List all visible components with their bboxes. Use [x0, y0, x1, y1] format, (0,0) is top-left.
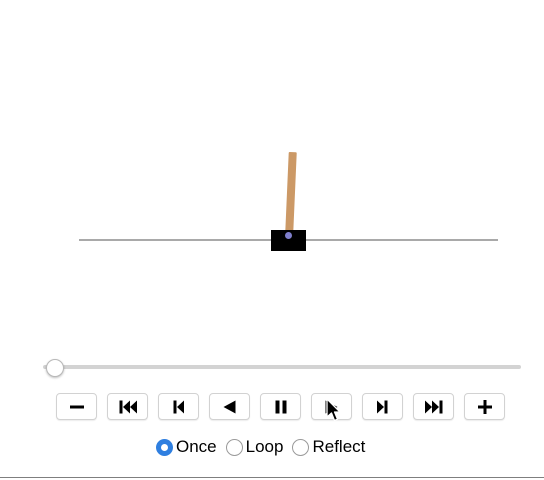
pole [285, 151, 297, 239]
step-back-icon [173, 400, 184, 414]
animation-frame [0, 0, 544, 340]
play-icon [325, 400, 338, 414]
plus-icon [477, 399, 493, 415]
first-frame-button[interactable] [107, 393, 148, 420]
radio-loop-button[interactable] [225, 438, 243, 456]
step-forward-icon [377, 400, 388, 414]
frame-slider[interactable] [43, 359, 521, 377]
pause-button[interactable] [260, 393, 301, 420]
radio-loop[interactable]: Loop [225, 437, 284, 457]
radio-once[interactable]: Once [156, 437, 217, 457]
next-frame-button[interactable] [362, 393, 403, 420]
radio-once-label[interactable]: Once [176, 437, 217, 457]
increase-speed-button[interactable] [464, 393, 505, 420]
play-reverse-icon [223, 400, 236, 414]
minus-icon [69, 399, 85, 415]
skip-to-start-icon [119, 400, 137, 414]
last-frame-button[interactable] [413, 393, 454, 420]
decrease-speed-button[interactable] [56, 393, 97, 420]
previous-frame-button[interactable] [158, 393, 199, 420]
loop-mode-radio-group: Once Loop Reflect [156, 436, 374, 458]
pause-icon [275, 400, 287, 414]
play-button[interactable] [311, 393, 352, 420]
slider-track[interactable] [43, 365, 521, 369]
playback-controls [56, 393, 505, 420]
bottom-border [0, 477, 544, 478]
radio-reflect-button[interactable] [292, 438, 310, 456]
radio-loop-label[interactable]: Loop [246, 437, 284, 457]
animation-player: Once Loop Reflect [0, 0, 544, 480]
pole-axle [285, 232, 292, 239]
play-reverse-button[interactable] [209, 393, 250, 420]
skip-to-end-icon [424, 400, 443, 414]
radio-once-button[interactable] [156, 438, 173, 456]
slider-thumb[interactable] [46, 359, 64, 377]
radio-reflect[interactable]: Reflect [292, 437, 365, 457]
radio-reflect-label[interactable]: Reflect [312, 437, 365, 457]
